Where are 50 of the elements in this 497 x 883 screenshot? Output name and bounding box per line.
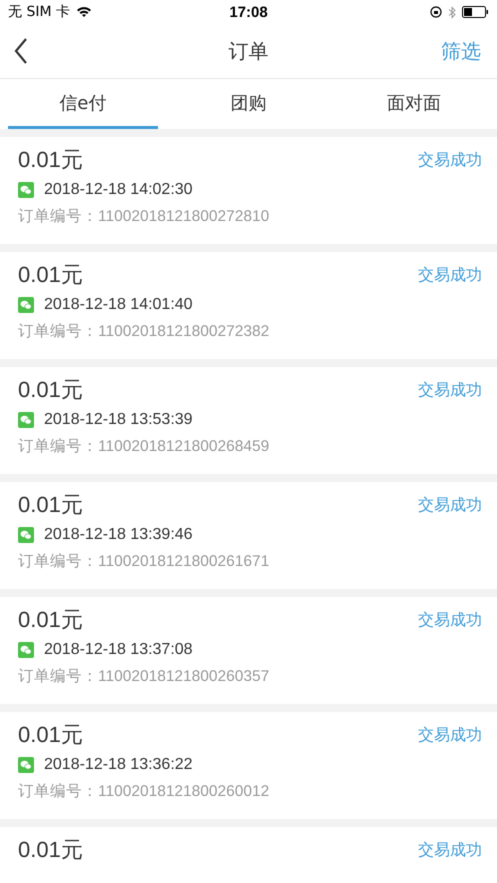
order-status: 交易成功 <box>418 150 482 170</box>
bluetooth-icon <box>448 6 456 18</box>
order-card[interactable]: 0.01元 交易成功 2018-12-18 13:53:39 订单编号：11002018121800268459 <box>0 367 497 474</box>
status-time: 17:08 <box>229 4 268 20</box>
wifi-icon <box>76 6 92 18</box>
order-number: 订单编号：11002018121800261671 <box>18 552 270 572</box>
order-time: 2018-12-18 14:02:30 <box>44 181 193 199</box>
order-amount: 0.01元 <box>18 606 83 634</box>
order-amount: 0.01元 <box>18 721 83 749</box>
order-status: 交易成功 <box>418 610 482 630</box>
order-status: 交易成功 <box>418 264 482 286</box>
order-status: 交易成功 <box>418 840 482 860</box>
chat-icon <box>18 642 34 658</box>
order-time: 2018-12-18 13:53:39 <box>44 411 193 429</box>
order-status: 交易成功 <box>418 380 482 400</box>
order-time: 2018-12-18 14:01:40 <box>44 296 193 314</box>
tab[interactable]: 信e付 <box>8 79 158 129</box>
order-status: 交易成功 <box>418 724 482 746</box>
order-status: 交易成功 <box>418 494 482 516</box>
order-time: 2018-12-18 13:37:08 <box>44 641 193 659</box>
order-card[interactable]: 0.01元 交易成功 2018-12-18 13:39:46 订单编号：11002018121800261671 <box>0 482 497 589</box>
order-card[interactable]: 0.01元 交易成功 <box>0 827 497 883</box>
order-amount: 0.01元 <box>18 836 83 864</box>
chat-icon <box>18 527 34 543</box>
order-amount: 0.01元 <box>18 146 83 174</box>
tab[interactable]: 团购 <box>174 79 324 129</box>
order-number: 订单编号：11002018121800268459 <box>18 437 270 457</box>
order-card[interactable]: 0.01元 交易成功 2018-12-18 13:37:08 订单编号：11002018121800260357 <box>0 597 497 704</box>
chat-icon <box>18 757 34 773</box>
order-number: 订单编号：11002018121800260012 <box>18 782 270 802</box>
battery-icon <box>462 6 489 18</box>
carrier-label: 无 SIM 卡 <box>8 3 70 21</box>
order-number: 订单编号：11002018121800272382 <box>18 322 270 342</box>
page-title: 订单 <box>228 38 268 64</box>
tab[interactable]: 面对面 <box>339 79 490 129</box>
order-card[interactable]: 0.01元 交易成功 2018-12-18 14:02:30 订单编号：11002018121800272810 <box>0 137 497 244</box>
chat-icon <box>18 297 34 313</box>
order-card[interactable]: 0.01元 交易成功 2018-12-18 14:01:40 订单编号：11002018121800272382 <box>0 252 497 359</box>
back-icon[interactable] <box>14 38 28 64</box>
order-amount: 0.01元 <box>18 491 83 519</box>
order-amount: 0.01元 <box>18 261 83 289</box>
chat-icon <box>18 182 34 198</box>
order-number: 订单编号：11002018121800272810 <box>18 207 270 227</box>
order-time: 2018-12-18 13:36:22 <box>44 756 193 774</box>
order-number: 订单编号：11002018121800260357 <box>18 667 270 687</box>
order-time: 2018-12-18 13:39:46 <box>44 526 193 544</box>
order-amount: 0.01元 <box>18 376 83 404</box>
lock-rotation-icon <box>430 6 442 18</box>
order-card[interactable]: 0.01元 交易成功 2018-12-18 13:36:22 订单编号：11002018121800260012 <box>0 712 497 819</box>
chat-icon <box>18 412 34 428</box>
